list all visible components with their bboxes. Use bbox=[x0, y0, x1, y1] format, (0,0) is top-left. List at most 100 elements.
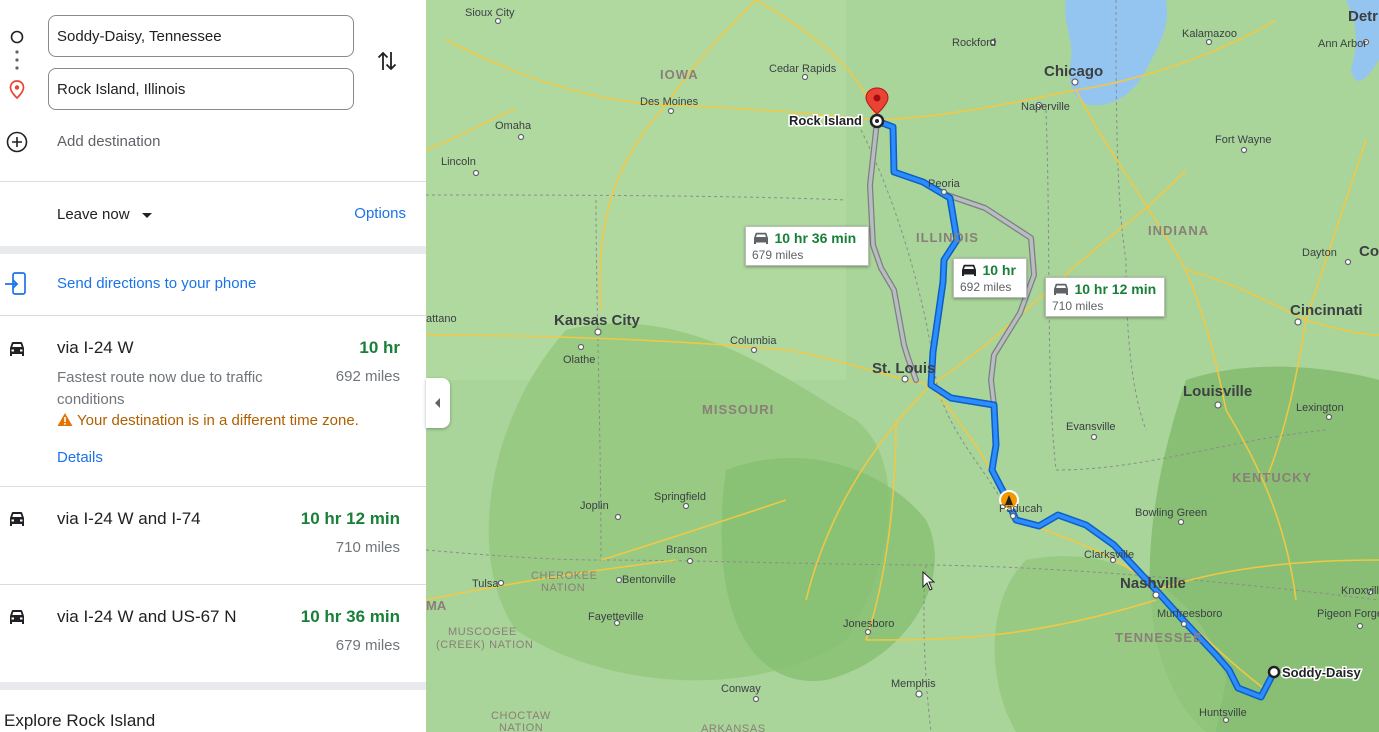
city-label: Evansville bbox=[1066, 421, 1116, 433]
city-label: Bentonville bbox=[622, 574, 676, 586]
city-label: Branson bbox=[666, 544, 707, 556]
region-label: CHOCTAW bbox=[491, 710, 551, 722]
car-icon bbox=[1054, 283, 1068, 295]
destination-label: Rock Island bbox=[789, 113, 862, 128]
city-label: Co bbox=[1359, 243, 1379, 260]
city-label: Paducah bbox=[999, 503, 1042, 515]
map-view[interactable]: IOWA ILLINOIS INDIANA MISSOURI KENTUCKY … bbox=[426, 0, 1379, 732]
city-label: Cincinnati bbox=[1290, 302, 1363, 319]
route-distance: 692 miles bbox=[335, 368, 400, 385]
section-divider bbox=[0, 682, 426, 690]
city-label: Springfield bbox=[654, 491, 706, 503]
city-label: Knoxville bbox=[1341, 585, 1379, 597]
region-label: (CREEK) NATION bbox=[436, 639, 533, 651]
origin-circle-icon bbox=[10, 30, 24, 44]
state-label: IOWA bbox=[660, 67, 699, 82]
city-label: Omaha bbox=[495, 120, 532, 132]
car-icon bbox=[10, 610, 24, 624]
region-label: CHEROKEE bbox=[531, 570, 598, 582]
region-label: NATION bbox=[541, 582, 585, 594]
details-link[interactable]: Details bbox=[57, 449, 103, 466]
city-label: Rockford bbox=[952, 37, 996, 49]
city-label: Nashville bbox=[1120, 575, 1186, 592]
directions-panel: Add destination Leave now Options Send d… bbox=[0, 0, 426, 732]
city-label: attano bbox=[426, 313, 457, 325]
warning-icon bbox=[57, 413, 73, 426]
state-label: KENTUCKY bbox=[1232, 470, 1312, 485]
city-label: Naperville bbox=[1021, 101, 1070, 113]
state-label: ILLINOIS bbox=[916, 230, 979, 245]
route-dots-icon bbox=[15, 50, 19, 70]
city-label: Fort Wayne bbox=[1215, 134, 1271, 146]
city-label: Joplin bbox=[580, 500, 609, 512]
route-distance: 710 miles bbox=[335, 539, 400, 556]
city-label: Dayton bbox=[1302, 247, 1337, 259]
send-to-phone-link[interactable]: Send directions to your phone bbox=[57, 275, 256, 292]
city-label: Kalamazoo bbox=[1182, 28, 1237, 40]
region-label: MA bbox=[426, 598, 447, 613]
city-label: Jonesboro bbox=[843, 618, 894, 630]
car-icon bbox=[10, 512, 24, 526]
route-title: via I-24 W and US-67 N bbox=[57, 607, 237, 626]
city-label: Tulsa bbox=[472, 578, 499, 590]
leave-now-label: Leave now bbox=[57, 206, 130, 223]
city-label: Fayetteville bbox=[588, 611, 644, 623]
region-label: NATION bbox=[499, 722, 543, 732]
car-icon bbox=[962, 264, 976, 276]
timezone-warning: Your destination is in a different time … bbox=[57, 412, 359, 429]
route-option-1[interactable]: via I-24 W 10 hr Fastest route now due t… bbox=[0, 316, 426, 486]
callout-time: 10 hr bbox=[982, 262, 1016, 278]
selected-route-callout[interactable]: 10 hr 692 miles bbox=[953, 258, 1027, 298]
origin-input[interactable] bbox=[48, 15, 354, 57]
route-time: 10 hr 12 min bbox=[300, 509, 400, 528]
city-label: Des Moines bbox=[640, 96, 699, 108]
origin-marker[interactable] bbox=[1267, 665, 1281, 679]
dropdown-arrow-icon bbox=[141, 212, 152, 218]
city-label: St. Louis bbox=[872, 360, 935, 377]
callout-time: 10 hr 12 min bbox=[1074, 281, 1157, 297]
region-label: ARKANSAS bbox=[701, 723, 766, 732]
city-label: Cedar Rapids bbox=[769, 63, 837, 75]
city-label: Sioux City bbox=[465, 7, 515, 19]
route-option-2[interactable]: via I-24 W and I-74 10 hr 12 min 710 mil… bbox=[0, 487, 426, 584]
route-distance: 679 miles bbox=[335, 637, 400, 654]
city-label: Conway bbox=[721, 683, 761, 695]
chevron-left-icon bbox=[435, 398, 440, 408]
leave-now-dropdown[interactable]: Leave now bbox=[57, 206, 152, 223]
route-option-3[interactable]: via I-24 W and US-67 N 10 hr 36 min 679 … bbox=[0, 585, 426, 682]
callout-distance: 692 miles bbox=[960, 280, 1012, 294]
collapse-panel-button[interactable] bbox=[426, 378, 450, 428]
city-label: Pigeon Forge bbox=[1317, 608, 1379, 620]
section-divider bbox=[0, 246, 426, 254]
options-link[interactable]: Options bbox=[354, 205, 406, 222]
route-time: 10 hr bbox=[359, 338, 400, 357]
callout-time: 10 hr 36 min bbox=[774, 230, 857, 246]
route-time: 10 hr 36 min bbox=[300, 607, 400, 626]
city-label: Bowling Green bbox=[1135, 507, 1207, 519]
add-destination-label[interactable]: Add destination bbox=[57, 133, 160, 150]
city-label: Murfreesboro bbox=[1157, 608, 1222, 620]
destination-input[interactable] bbox=[48, 68, 354, 110]
city-label: Huntsville bbox=[1199, 707, 1247, 719]
destination-pin-icon bbox=[9, 80, 25, 100]
callout-distance: 710 miles bbox=[1052, 299, 1104, 313]
map-canvas[interactable]: IOWA ILLINOIS INDIANA MISSOURI KENTUCKY … bbox=[426, 0, 1379, 732]
route-callout[interactable]: 10 hr 36 min 679 miles bbox=[745, 226, 869, 266]
city-label: Louisville bbox=[1183, 383, 1252, 400]
route-callout[interactable]: 10 hr 12 min 710 miles bbox=[1045, 277, 1165, 317]
city-label: Memphis bbox=[891, 678, 936, 690]
route-title: via I-24 W bbox=[57, 338, 134, 357]
city-label: Peoria bbox=[928, 178, 961, 190]
region-label: MUSCOGEE bbox=[448, 626, 517, 638]
explore-heading[interactable]: Explore Rock Island bbox=[4, 711, 155, 731]
city-label: Kansas City bbox=[554, 312, 641, 329]
warning-text: Your destination is in a different time … bbox=[77, 412, 359, 429]
send-to-phone-icon[interactable] bbox=[4, 271, 28, 297]
car-icon bbox=[754, 232, 768, 244]
swap-directions-icon[interactable] bbox=[375, 48, 399, 74]
route-title: via I-24 W and I-74 bbox=[57, 509, 201, 528]
add-destination-icon[interactable] bbox=[5, 130, 29, 154]
city-label: Lincoln bbox=[441, 156, 476, 168]
city-label: Detr bbox=[1348, 8, 1378, 25]
origin-label: Soddy-Daisy bbox=[1282, 665, 1362, 680]
